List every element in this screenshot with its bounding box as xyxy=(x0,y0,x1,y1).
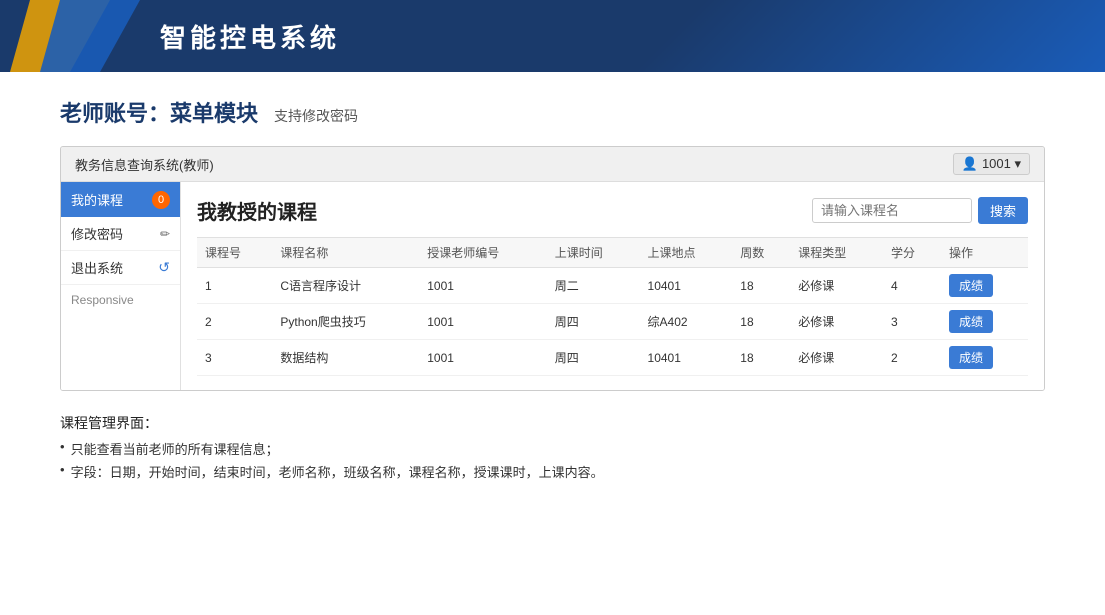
sidebar-item-change-pwd[interactable]: 修改密码 ✏ xyxy=(61,217,180,251)
col-credits: 学分 xyxy=(883,238,941,268)
cell-name: C语言程序设计 xyxy=(272,268,419,304)
demo-topbar-user[interactable]: 👤 1001 ▾ xyxy=(953,153,1030,175)
search-area: 搜索 xyxy=(812,197,1028,224)
header-title: 智能控电系统 xyxy=(160,18,340,55)
cell-location: 10401 xyxy=(640,268,733,304)
table-row: 2 Python爬虫技巧 1001 周四 综A402 18 必修课 3 成绩 xyxy=(197,304,1028,340)
cell-weeks: 18 xyxy=(732,340,790,376)
cell-type: 必修课 xyxy=(790,304,883,340)
notes-list: 只能查看当前老师的所有课程信息； 字段：日期，开始时间，结束时间，老师名称，班级名… xyxy=(60,439,1045,481)
pencil-icon: ✏ xyxy=(160,227,170,241)
cell-credits: 4 xyxy=(883,268,941,304)
col-action: 操作 xyxy=(941,238,1028,268)
table-row: 3 数据结构 1001 周四 10401 18 必修课 2 成绩 xyxy=(197,340,1028,376)
sidebar-item-my-course[interactable]: 我的课程 0 xyxy=(61,182,180,217)
change-pwd-label: 修改密码 xyxy=(71,224,123,243)
cell-credits: 2 xyxy=(883,340,941,376)
cell-id: 2 xyxy=(197,304,272,340)
user-label: 1001 ▾ xyxy=(982,156,1021,172)
notes-item: 只能查看当前老师的所有课程信息； xyxy=(60,439,1045,458)
cell-location: 10401 xyxy=(640,340,733,376)
sidebar-badge: 0 xyxy=(152,191,170,209)
search-button[interactable]: 搜索 xyxy=(978,197,1028,224)
col-weeks: 周数 xyxy=(732,238,790,268)
demo-topbar-title: 教务信息查询系统(教师) xyxy=(75,155,214,174)
sidebar-item-logout[interactable]: 退出系统 ↺ xyxy=(61,251,180,285)
cell-time: 周二 xyxy=(547,268,640,304)
cell-type: 必修课 xyxy=(790,268,883,304)
table-header-row: 课程号 课程名称 授课老师编号 上课时间 上课地点 周数 课程类型 学分 操作 xyxy=(197,238,1028,268)
col-location: 上课地点 xyxy=(640,238,733,268)
notes-title: 课程管理界面： xyxy=(60,413,1045,433)
cell-name: 数据结构 xyxy=(272,340,419,376)
col-time: 上课时间 xyxy=(547,238,640,268)
header: 智能控电系统 xyxy=(0,0,1105,72)
logout-label: 退出系统 xyxy=(71,258,123,277)
search-input[interactable] xyxy=(812,198,972,223)
cell-weeks: 18 xyxy=(732,304,790,340)
page-heading: 老师账号：菜单模块 支持修改密码 xyxy=(60,96,1045,128)
page-heading-title: 老师账号：菜单模块 xyxy=(60,96,258,128)
cell-action[interactable]: 成绩 xyxy=(941,340,1028,376)
cell-location: 综A402 xyxy=(640,304,733,340)
cell-teacher-id: 1001 xyxy=(419,268,547,304)
user-icon: 👤 xyxy=(962,156,978,172)
cell-action[interactable]: 成绩 xyxy=(941,304,1028,340)
cell-type: 必修课 xyxy=(790,340,883,376)
main-title: 我教授的课程 xyxy=(197,196,317,225)
cell-teacher-id: 1001 xyxy=(419,340,547,376)
demo-sidebar: 我的课程 0 修改密码 ✏ 退出系统 ↺ Responsive xyxy=(61,182,181,390)
notes-item: 字段：日期，开始时间，结束时间，老师名称，班级名称，课程名称，授课课时，上课内容… xyxy=(60,462,1045,481)
content-area: 老师账号：菜单模块 支持修改密码 教务信息查询系统(教师) 👤 1001 ▾ 我… xyxy=(0,72,1105,505)
cell-time: 周四 xyxy=(547,340,640,376)
cell-id: 3 xyxy=(197,340,272,376)
col-name: 课程名称 xyxy=(272,238,419,268)
score-button[interactable]: 成绩 xyxy=(949,274,993,297)
page-heading-subtitle: 支持修改密码 xyxy=(274,106,358,126)
logo xyxy=(0,0,140,72)
notes-section: 课程管理界面： 只能查看当前老师的所有课程信息； 字段：日期，开始时间，结束时间，… xyxy=(60,413,1045,481)
col-teacher-id: 授课老师编号 xyxy=(419,238,547,268)
sidebar-responsive: Responsive xyxy=(61,285,180,315)
demo-topbar: 教务信息查询系统(教师) 👤 1001 ▾ xyxy=(61,147,1044,182)
col-type: 课程类型 xyxy=(790,238,883,268)
cell-weeks: 18 xyxy=(732,268,790,304)
cell-id: 1 xyxy=(197,268,272,304)
cell-name: Python爬虫技巧 xyxy=(272,304,419,340)
table-row: 1 C语言程序设计 1001 周二 10401 18 必修课 4 成绩 xyxy=(197,268,1028,304)
col-id: 课程号 xyxy=(197,238,272,268)
score-button[interactable]: 成绩 xyxy=(949,346,993,369)
score-button[interactable]: 成绩 xyxy=(949,310,993,333)
course-table: 课程号 课程名称 授课老师编号 上课时间 上课地点 周数 课程类型 学分 操作 xyxy=(197,237,1028,376)
cell-teacher-id: 1001 xyxy=(419,304,547,340)
demo-window: 教务信息查询系统(教师) 👤 1001 ▾ 我的课程 0 修改密码 ✏ 退出系统 xyxy=(60,146,1045,391)
demo-body: 我的课程 0 修改密码 ✏ 退出系统 ↺ Responsive 我教授的 xyxy=(61,182,1044,390)
refresh-icon: ↺ xyxy=(158,259,170,276)
cell-action[interactable]: 成绩 xyxy=(941,268,1028,304)
cell-time: 周四 xyxy=(547,304,640,340)
cell-credits: 3 xyxy=(883,304,941,340)
main-header: 我教授的课程 搜索 xyxy=(197,196,1028,225)
demo-main: 我教授的课程 搜索 课程号 课程名称 授课老师编号 上课时间 上课地点 xyxy=(181,182,1044,390)
my-course-label: 我的课程 xyxy=(71,190,123,209)
